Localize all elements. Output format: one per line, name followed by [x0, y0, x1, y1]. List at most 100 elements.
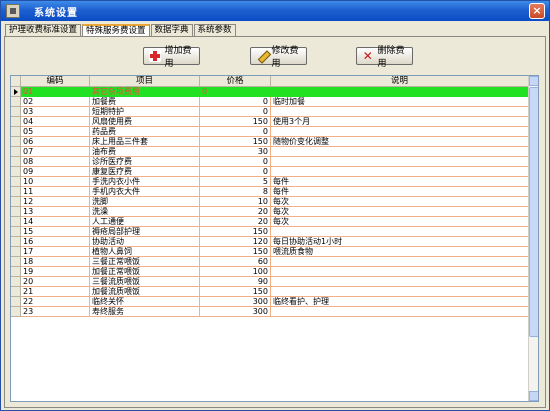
row-indicator[interactable] — [11, 237, 21, 247]
table-row[interactable]: 18 三餐正常喂饭 60 — [11, 257, 529, 267]
row-indicator[interactable] — [11, 307, 21, 317]
cell-price[interactable]: 8 — [200, 187, 271, 197]
cell-price[interactable]: 10 — [200, 197, 271, 207]
cell-note[interactable] — [271, 287, 529, 297]
row-indicator[interactable] — [11, 117, 21, 127]
cell-item[interactable]: 褥疮局部护理 — [90, 227, 200, 237]
row-indicator[interactable] — [11, 127, 21, 137]
cell-code[interactable]: 04 — [21, 117, 90, 127]
cell-price[interactable]: 0 — [200, 127, 271, 137]
cell-price[interactable]: 60 — [200, 257, 271, 267]
cell-item[interactable]: 手洗内衣小件 — [90, 177, 200, 187]
cell-note[interactable]: 每次 — [271, 207, 529, 217]
cell-note[interactable]: 每次 — [271, 217, 529, 227]
cell-item[interactable]: 加餐正常喂饭 — [90, 267, 200, 277]
cell-item[interactable]: 其它杂项费用 — [90, 87, 200, 97]
header-price[interactable]: 价格 — [200, 76, 271, 87]
table-row[interactable]: 06 床上用品三件套 150 随物价变化调整 — [11, 137, 529, 147]
cell-price[interactable]: 5 — [200, 177, 271, 187]
row-indicator[interactable] — [11, 297, 21, 307]
tab-care-fee-standard[interactable]: 护理收费标准设置 — [5, 24, 82, 36]
cell-price[interactable]: 30 — [200, 147, 271, 157]
cell-price[interactable]: 0 — [200, 167, 271, 177]
row-indicator[interactable] — [11, 147, 21, 157]
cell-code[interactable]: 19 — [21, 267, 90, 277]
cell-item[interactable]: 植物人鼻饲 — [90, 247, 200, 257]
cell-item[interactable]: 洗澡 — [90, 207, 200, 217]
row-indicator[interactable] — [11, 97, 21, 107]
cell-item[interactable]: 手机内衣大件 — [90, 187, 200, 197]
row-indicator[interactable] — [11, 217, 21, 227]
cell-code[interactable]: 17 — [21, 247, 90, 257]
cell-note[interactable]: 喂流质食物 — [271, 247, 529, 257]
cell-code[interactable]: 18 — [21, 257, 90, 267]
cell-note[interactable]: 每日协助活动1小时 — [271, 237, 529, 247]
table-row[interactable]: 14 人工通便 20 每次 — [11, 217, 529, 227]
cell-code[interactable]: 12 — [21, 197, 90, 207]
cell-note[interactable] — [271, 157, 529, 167]
header-item[interactable]: 项目 — [90, 76, 200, 87]
cell-note[interactable]: 临时加餐 — [271, 97, 529, 107]
cell-note[interactable]: 临终看护、护理 — [271, 297, 529, 307]
cell-price[interactable]: 0 — [200, 157, 271, 167]
cell-item[interactable]: 康复医疗费 — [90, 167, 200, 177]
cell-note[interactable] — [271, 307, 529, 317]
cell-code[interactable]: 11 — [21, 187, 90, 197]
cell-price[interactable]: 0 — [200, 97, 271, 107]
cell-note[interactable] — [271, 87, 529, 97]
table-row[interactable]: 11 手机内衣大件 8 每件 — [11, 187, 529, 197]
cell-code[interactable]: 07 — [21, 147, 90, 157]
table-row[interactable]: 15 褥疮局部护理 150 — [11, 227, 529, 237]
cell-item[interactable]: 床上用品三件套 — [90, 137, 200, 147]
cell-price[interactable]: 90 — [200, 277, 271, 287]
cell-code[interactable]: 01 — [21, 87, 90, 97]
row-indicator[interactable] — [11, 87, 21, 97]
cell-item[interactable]: 人工通便 — [90, 217, 200, 227]
cell-item[interactable]: 药品费 — [90, 127, 200, 137]
table-row[interactable]: 21 加餐流质喂饭 150 — [11, 287, 529, 297]
cell-code[interactable]: 23 — [21, 307, 90, 317]
row-indicator[interactable] — [11, 107, 21, 117]
table-row[interactable]: 07 油布费 30 — [11, 147, 529, 157]
cell-note[interactable] — [271, 127, 529, 137]
cell-code[interactable]: 02 — [21, 97, 90, 107]
cell-note[interactable] — [271, 267, 529, 277]
header-code[interactable]: 编码 — [21, 76, 90, 87]
scroll-down-button[interactable] — [529, 391, 538, 401]
cell-code[interactable]: 13 — [21, 207, 90, 217]
row-indicator[interactable] — [11, 157, 21, 167]
row-indicator[interactable] — [11, 257, 21, 267]
add-fee-button[interactable]: 增加费用 — [143, 46, 200, 69]
cell-item[interactable]: 风扇使用费 — [90, 117, 200, 127]
cell-price[interactable]: 20 — [200, 207, 271, 217]
cell-note[interactable] — [271, 277, 529, 287]
cell-price[interactable]: 150 — [200, 117, 271, 127]
row-indicator[interactable] — [11, 247, 21, 257]
cell-price[interactable]: 0 — [200, 107, 271, 117]
row-indicator[interactable] — [11, 227, 21, 237]
cell-note[interactable]: 使用3个月 — [271, 117, 529, 127]
cell-code[interactable]: 03 — [21, 107, 90, 117]
cell-note[interactable] — [271, 257, 529, 267]
cell-code[interactable]: 21 — [21, 287, 90, 297]
cell-item[interactable]: 加餐费 — [90, 97, 200, 107]
cell-code[interactable]: 10 — [21, 177, 90, 187]
close-button[interactable]: × — [529, 3, 545, 19]
cell-price[interactable]: 300 — [200, 307, 271, 317]
cell-note[interactable]: 每件 — [271, 187, 529, 197]
cell-code[interactable]: 08 — [21, 157, 90, 167]
tab-special-service-fee[interactable]: 特殊服务费设置 — [82, 24, 150, 36]
table-row[interactable]: 13 洗澡 20 每次 — [11, 207, 529, 217]
cell-note[interactable]: 随物价变化调整 — [271, 137, 529, 147]
cell-price[interactable]: 0 — [200, 87, 271, 97]
row-indicator[interactable] — [11, 177, 21, 187]
table-row[interactable]: 19 加餐正常喂饭 100 — [11, 267, 529, 277]
cell-item[interactable]: 油布费 — [90, 147, 200, 157]
delete-fee-button[interactable]: ✕ 删除费用 — [356, 46, 413, 69]
table-row[interactable]: 16 协助活动 120 每日协助活动1小时 — [11, 237, 529, 247]
row-indicator[interactable] — [11, 207, 21, 217]
edit-fee-button[interactable]: 修改费用 — [250, 46, 307, 69]
cell-item[interactable]: 寿终服务 — [90, 307, 200, 317]
table-row[interactable]: 17 植物人鼻饲 150 喂流质食物 — [11, 247, 529, 257]
cell-code[interactable]: 22 — [21, 297, 90, 307]
